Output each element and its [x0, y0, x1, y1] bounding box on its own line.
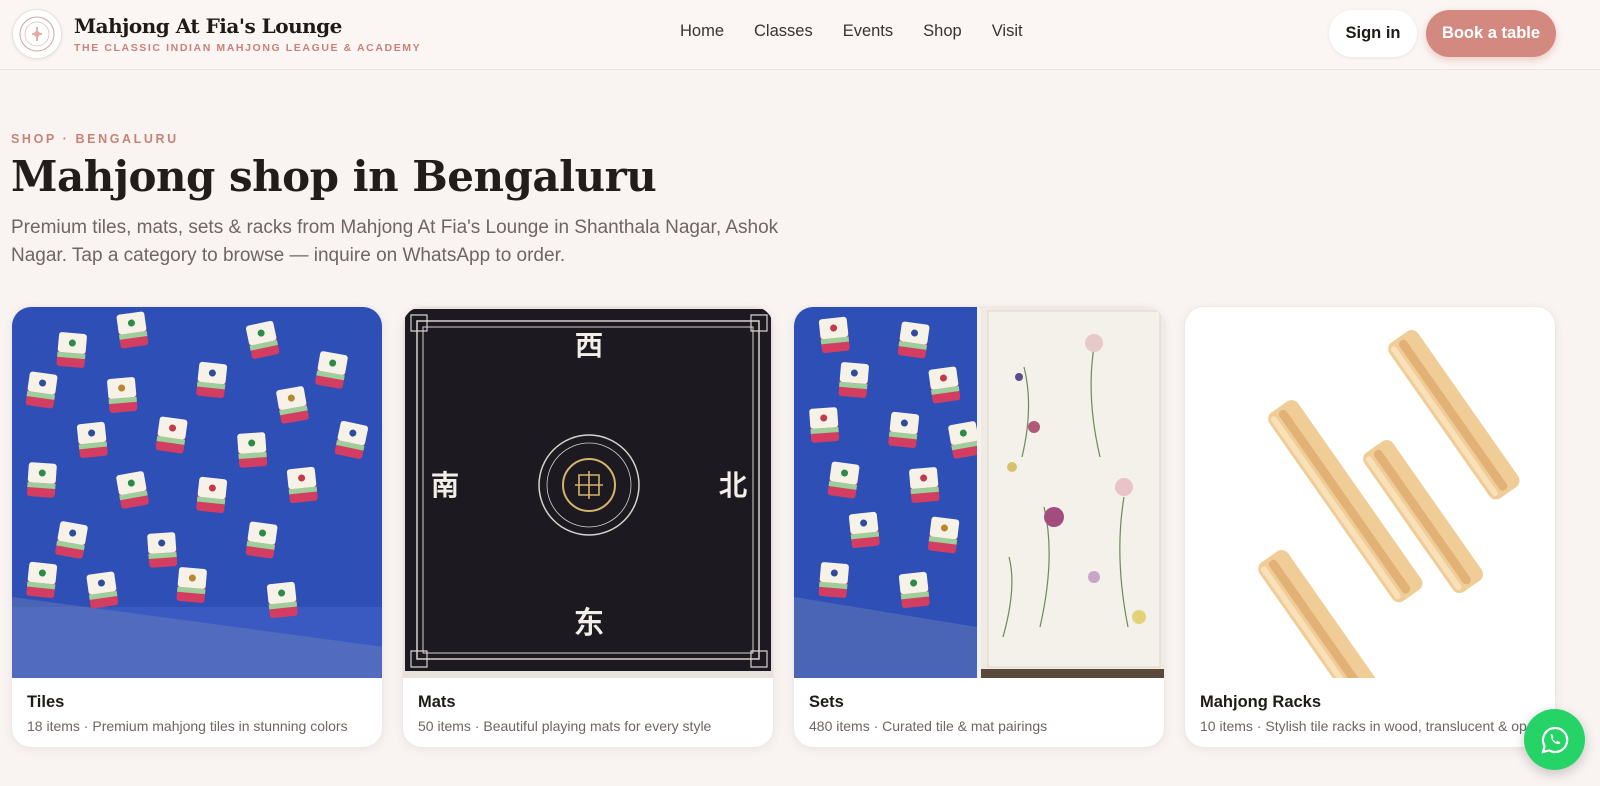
card-meta: 18 items · Premium mahjong tiles in stun…	[27, 718, 348, 734]
mahjong-tile-image	[147, 532, 178, 568]
mahjong-tile-image	[888, 411, 920, 449]
mahjong-tile-image	[56, 332, 87, 368]
mahjong-tile-image	[26, 561, 58, 599]
mahjong-tile-image	[116, 311, 149, 349]
mahjong-tile-image	[818, 562, 849, 598]
mahjong-tile-image	[107, 377, 138, 413]
brand-name[interactable]: Mahjong At Fia's Lounge	[74, 14, 342, 38]
mahjong-tile-image	[116, 471, 149, 509]
mahjong-tile-image	[818, 316, 850, 354]
main-nav: Home Classes Events Shop Visit	[680, 22, 1053, 41]
mahjong-tile-image	[266, 581, 298, 619]
mahjong-tile-image	[86, 571, 119, 609]
mahjong-tile-image	[838, 362, 869, 398]
breadcrumb-eyebrow: SHOP · BENGALURU	[11, 132, 179, 146]
card-title: Tiles	[27, 693, 65, 711]
nav-classes[interactable]: Classes	[754, 22, 813, 41]
mat-photo: 西 南 北 东	[403, 307, 773, 678]
nav-visit[interactable]: Visit	[992, 22, 1023, 41]
card-title: Mahjong Racks	[1200, 693, 1322, 711]
card-meta: 10 items · Stylish tile racks in wood, t…	[1200, 718, 1527, 734]
mahjong-tile-image	[196, 476, 228, 514]
book-table-button[interactable]: Book a table	[1426, 10, 1556, 57]
mahjong-tile-image	[155, 416, 188, 454]
mahjong-tile-image	[76, 421, 108, 459]
mahjong-tile-image	[237, 432, 268, 468]
mat-glyph-right: 北	[719, 469, 747, 502]
card-meta: 50 items · Beautiful playing mats for ev…	[418, 718, 712, 734]
card-title: Sets	[809, 693, 844, 711]
mahjong-tile-image	[276, 386, 309, 424]
mahjong-tile-image	[176, 567, 207, 603]
category-card-tiles[interactable]: Tiles 18 items · Premium mahjong tiles i…	[11, 306, 383, 748]
mahjong-tile-image	[26, 462, 57, 498]
mahjong-tile-image	[809, 407, 840, 443]
mat-glyph-bottom: 东	[574, 606, 604, 641]
category-card-sets[interactable]: Sets 480 items · Curated tile & mat pair…	[793, 306, 1165, 748]
nav-shop[interactable]: Shop	[923, 22, 962, 41]
mat-glyph-left: 南	[431, 469, 459, 502]
mahjong-tile-image	[55, 521, 88, 559]
card-title: Mats	[418, 693, 456, 711]
logo-emblem-icon	[19, 16, 55, 52]
mahjong-tile-image	[25, 371, 58, 409]
racks-photo	[1185, 307, 1555, 678]
nav-events[interactable]: Events	[843, 22, 893, 41]
mat-glyph-top: 西	[575, 329, 603, 362]
whatsapp-float-button[interactable]	[1524, 709, 1585, 770]
page-title: Mahjong shop in Bengaluru	[11, 152, 657, 201]
card-meta: 480 items · Curated tile & mat pairings	[809, 718, 1048, 734]
category-card-racks[interactable]: Mahjong Racks 10 items · Stylish tile ra…	[1184, 306, 1556, 748]
sign-in-button[interactable]: Sign in	[1329, 10, 1417, 57]
mahjong-tile-image	[286, 466, 318, 504]
page-subtitle: Premium tiles, mats, sets & racks from M…	[11, 217, 779, 266]
category-card-mats[interactable]: 西 南 北 东 Mats 50 items · Beautiful playin…	[402, 306, 774, 748]
brand-logo[interactable]	[12, 9, 62, 59]
mahjong-tile-image	[897, 321, 930, 359]
mahjong-tile-image	[196, 361, 228, 399]
mahjong-tile-image	[848, 511, 880, 549]
mahjong-tile-image	[909, 467, 940, 503]
mahjong-tile-image	[315, 351, 348, 389]
mahjong-tile-image	[827, 461, 860, 499]
sets-photo	[794, 307, 1164, 678]
mahjong-tile-image	[928, 516, 960, 554]
mahjong-tile-image	[245, 521, 278, 559]
mahjong-tile-image	[948, 421, 981, 459]
tiles-photo	[12, 307, 382, 678]
nav-home[interactable]: Home	[680, 22, 724, 41]
mahjong-tile-image	[928, 366, 961, 404]
site-header: Mahjong At Fia's Lounge THE CLASSIC INDI…	[0, 0, 1600, 70]
brand-tagline: THE CLASSIC INDIAN MAHJONG LEAGUE & ACAD…	[74, 42, 422, 54]
mahjong-tile-image	[898, 571, 930, 609]
whatsapp-icon	[1540, 726, 1568, 754]
